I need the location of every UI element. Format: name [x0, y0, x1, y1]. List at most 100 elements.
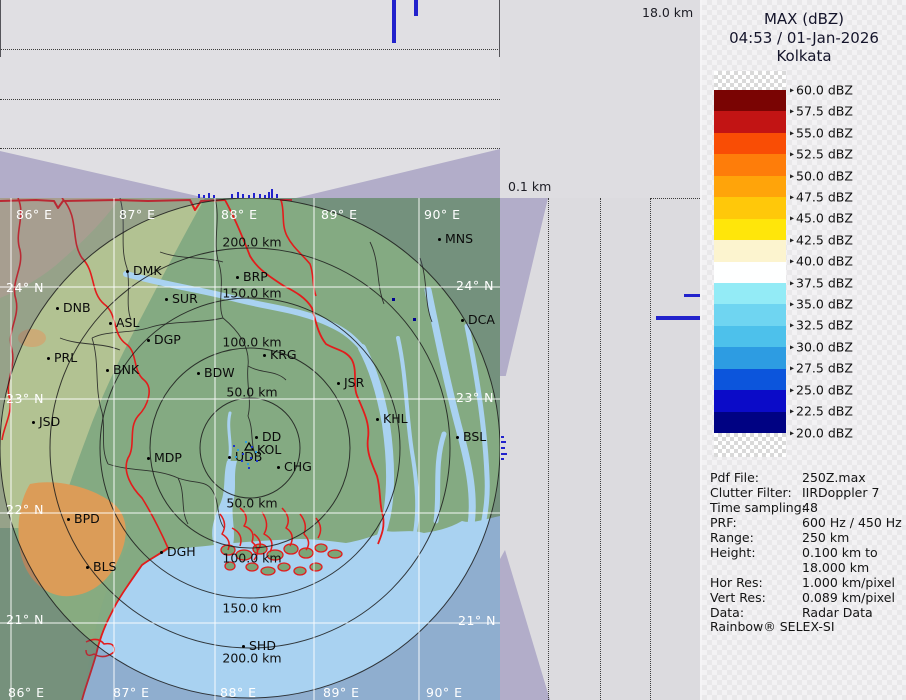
info-label: Hor Res: [710, 575, 763, 590]
info-label: Range: [710, 530, 754, 545]
product-info-row: Height: 0.100 km to [702, 545, 906, 560]
info-value: 0.089 km/pixel [802, 590, 895, 605]
city-code-label: JSD [39, 414, 60, 429]
colorbar-segment [714, 369, 786, 390]
latitude-label: 21° N [6, 612, 44, 627]
height-gridline [0, 99, 500, 100]
dbz-scale-label: 35.0 dBZ [796, 297, 853, 312]
latitude-label: 24° N [6, 280, 44, 295]
product-info-row: Vert Res: 0.089 km/pixel [702, 590, 906, 605]
city-code-label: BDW [204, 365, 235, 380]
city-code-label: SHD [249, 638, 276, 653]
scale-tick-arrow-icon: ▸ [790, 193, 794, 201]
city-dot-icon [337, 382, 340, 385]
product-info-row: Range: 250 km [702, 530, 906, 545]
colorbar-segment [714, 390, 786, 411]
scale-tick-arrow-icon: ▸ [790, 86, 794, 94]
echo-tick [501, 458, 504, 460]
dbz-scale-label: 57.5 dBZ [796, 104, 853, 119]
colorbar-segment [714, 197, 786, 218]
scale-tick-arrow-icon: ▸ [790, 236, 794, 244]
colorbar-segment [714, 347, 786, 368]
echo-bar [656, 316, 700, 320]
longitude-label: 86° E [16, 207, 53, 222]
echo-speck [250, 457, 252, 459]
echo-speck [392, 298, 395, 301]
city-dot-icon [147, 339, 150, 342]
dbz-scale-label: 25.0 dBZ [796, 383, 853, 398]
latitude-label: 23° N [456, 390, 494, 405]
info-value: 600 Hz / 450 Hz [802, 515, 902, 530]
longitude-label: 88° E [220, 685, 257, 700]
scale-tick-arrow-icon: ▸ [790, 214, 794, 222]
dbz-scale-label: 50.0 dBZ [796, 169, 853, 184]
city-dot-icon [67, 518, 70, 521]
echo-bar [392, 0, 396, 43]
dbz-scale-label: 52.5 dBZ [796, 147, 853, 162]
city-code-label: DNB [63, 300, 91, 315]
latitude-label: 21° N [458, 613, 496, 628]
range-ring-label: 200.0 km [222, 235, 281, 250]
colorbar-transparent-cap-top [714, 71, 786, 90]
colorbar-segment [714, 283, 786, 304]
product-info-row: Clutter Filter: IIRDoppler 7 [702, 485, 906, 500]
dbz-scale-label: 32.5 dBZ [796, 318, 853, 333]
latitude-label: 23° N [6, 391, 44, 406]
info-value: 48 [802, 500, 818, 515]
city-code-label: MNS [445, 231, 473, 246]
echo-speck [256, 460, 258, 462]
dbz-scale-label-row: ▸ 32.5 dBZ [790, 318, 853, 333]
dbz-scale-label: 27.5 dBZ [796, 361, 853, 376]
blind-cone-wedge-bottom [500, 550, 550, 700]
latitude-label: 22° N [6, 502, 44, 517]
colorbar-segment [714, 133, 786, 154]
city-dot-icon [106, 369, 109, 372]
scale-tick-arrow-icon: ▸ [790, 343, 794, 351]
dbz-scale-label: 20.0 dBZ [796, 426, 853, 441]
scale-tick-arrow-icon: ▸ [790, 407, 794, 415]
city-dot-icon [160, 551, 163, 554]
city-dot-icon [147, 457, 150, 460]
city-code-label: CHG [284, 459, 312, 474]
dbz-scale-label-row: ▸ 47.5 dBZ [790, 190, 853, 205]
height-scale-corner: 18.0 km 0.1 km [500, 0, 700, 198]
info-label: Height: [710, 545, 756, 560]
product-info-row: Pdf File: 250Z.max [702, 470, 906, 485]
scale-tick-arrow-icon: ▸ [790, 150, 794, 158]
dbz-scale-label-row: ▸ 57.5 dBZ [790, 104, 853, 119]
product-info-row: 18.000 km [702, 560, 906, 575]
info-value: 18.000 km [802, 560, 869, 575]
city-code-label: BPD [74, 511, 100, 526]
dbz-scale-label-row: ▸ 45.0 dBZ [790, 211, 853, 226]
right-profile-panel [500, 198, 700, 700]
colorbar-segment [714, 304, 786, 325]
city-code-label: DCA [468, 312, 495, 327]
dbz-scale-label-row: ▸ 35.0 dBZ [790, 297, 853, 312]
dbz-scale-label-row: ▸ 25.0 dBZ [790, 383, 853, 398]
city-dot-icon [47, 357, 50, 360]
colorbar-segment [714, 176, 786, 197]
height-gridline [0, 49, 500, 50]
city-dot-icon [165, 298, 168, 301]
city-dot-icon [236, 276, 239, 279]
min-height-label: 0.1 km [508, 179, 551, 194]
info-value: 250 km [802, 530, 849, 545]
city-code-label: DMK [133, 263, 162, 278]
colorbar-segment [714, 219, 786, 240]
colorbar-segment [714, 154, 786, 175]
city-dot-icon [32, 421, 35, 424]
info-value: 1.000 km/pixel [802, 575, 895, 590]
city-code-label: BSL [463, 429, 486, 444]
echo-bar [414, 0, 418, 16]
echo-speck [248, 467, 250, 469]
dbz-scale-label-row: ▸ 60.0 dBZ [790, 83, 853, 98]
city-code-label: BLS [93, 559, 116, 574]
city-dot-icon [197, 372, 200, 375]
info-value: 250Z.max [802, 470, 866, 485]
echo-tick [271, 189, 273, 198]
dbz-scale-label: 37.5 dBZ [796, 276, 853, 291]
city-dot-icon [109, 322, 112, 325]
city-dot-icon [376, 418, 379, 421]
info-label: PRF: [710, 515, 737, 530]
colorbar-segment [714, 412, 786, 433]
